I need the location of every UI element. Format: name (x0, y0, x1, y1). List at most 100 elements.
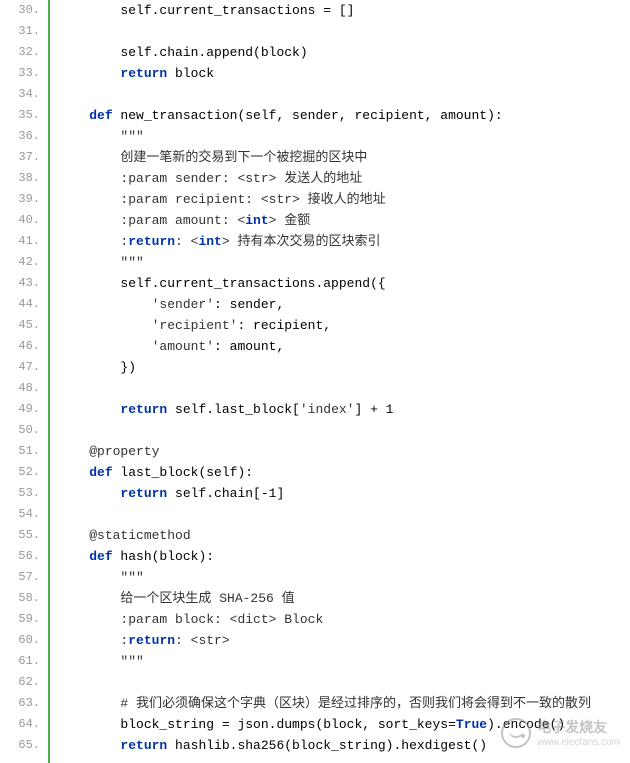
line-number: 59 (0, 609, 48, 630)
line-number: 50 (0, 420, 48, 441)
code-token: """ (120, 570, 143, 585)
code-token: :param sender: <str> 发送人的地址 (120, 171, 362, 186)
code-line: def last_block(self): (58, 462, 630, 483)
line-number: 38 (0, 168, 48, 189)
line-number: 64 (0, 714, 48, 735)
code-line: return self.last_block['index'] + 1 (58, 399, 630, 420)
code-line: :return: <int> 持有本次交易的区块索引 (58, 231, 630, 252)
code-token: return (120, 738, 167, 753)
code-token: """ (120, 255, 143, 270)
line-number: 56 (0, 546, 48, 567)
watermark-text: 电子发烧友 www.elecfans.com (537, 717, 620, 748)
line-number: 46 (0, 336, 48, 357)
code-token: return (128, 234, 175, 249)
line-number: 63 (0, 693, 48, 714)
code-line (58, 504, 630, 525)
code-line: 'sender': sender, (58, 294, 630, 315)
code-line: @property (58, 441, 630, 462)
line-number: 35 (0, 105, 48, 126)
line-number: 37 (0, 147, 48, 168)
code-token: 'recipient' (152, 318, 238, 333)
code-line: self.current_transactions.append({ (58, 273, 630, 294)
code-token: self.current_transactions.append({ (120, 276, 385, 291)
code-line: 'recipient': recipient, (58, 315, 630, 336)
code-token: self.chain[-1] (167, 486, 284, 501)
code-line: :param sender: <str> 发送人的地址 (58, 168, 630, 189)
code-token: > 金额 (269, 213, 311, 228)
code-line: 给一个区块生成 SHA-256 值 (58, 588, 630, 609)
code-line (58, 84, 630, 105)
line-number: 62 (0, 672, 48, 693)
line-number: 57 (0, 567, 48, 588)
code-token: :param block: <dict> Block (120, 612, 323, 627)
code-line: :param amount: <int> 金额 (58, 210, 630, 231)
line-number: 47 (0, 357, 48, 378)
code-line: """ (58, 252, 630, 273)
code-line: }) (58, 357, 630, 378)
code-token: block_string = json.dumps(block, sort_ke… (120, 717, 455, 732)
line-number: 54 (0, 504, 48, 525)
code-token: @staticmethod (89, 528, 190, 543)
line-number: 34 (0, 84, 48, 105)
code-token: : < (175, 234, 198, 249)
code-token: self.last_block[ (167, 402, 300, 417)
code-token: return (128, 633, 175, 648)
code-token: return (120, 486, 167, 501)
code-token: > 持有本次交易的区块索引 (222, 234, 381, 249)
code-line: return block (58, 63, 630, 84)
line-number: 30 (0, 0, 48, 21)
code-token: :param amount: < (120, 213, 245, 228)
line-number: 39 (0, 189, 48, 210)
code-line (58, 378, 630, 399)
watermark-url: www.elecfans.com (537, 737, 620, 748)
code-token: : <str> (175, 633, 230, 648)
line-number: 33 (0, 63, 48, 84)
code-token: True (456, 717, 487, 732)
line-number: 36 (0, 126, 48, 147)
line-number: 58 (0, 588, 48, 609)
code-token: : recipient, (237, 318, 331, 333)
code-token: 给一个区块生成 SHA-256 值 (120, 591, 294, 606)
code-token: ] + 1 (354, 402, 393, 417)
code-line: self.current_transactions = [] (58, 0, 630, 21)
code-line (58, 21, 630, 42)
line-number: 42 (0, 252, 48, 273)
code-token: int (245, 213, 268, 228)
code-line: 创建一笔新的交易到下一个被挖掘的区块中 (58, 147, 630, 168)
code-token: int (198, 234, 221, 249)
line-number: 49 (0, 399, 48, 420)
line-number: 44 (0, 294, 48, 315)
code-token: : amount, (214, 339, 284, 354)
code-token: }) (120, 360, 136, 375)
code-line: def new_transaction(self, sender, recipi… (58, 105, 630, 126)
code-token: self.chain.append(block) (120, 45, 307, 60)
code-line (58, 672, 630, 693)
code-token: """ (120, 129, 143, 144)
code-token: 'index' (300, 402, 355, 417)
line-number: 51 (0, 441, 48, 462)
code-container: 3031323334353637383940414243444546474849… (0, 0, 630, 763)
code-line: """ (58, 567, 630, 588)
line-number: 48 (0, 378, 48, 399)
code-token: 'sender' (152, 297, 214, 312)
code-token: block (167, 66, 214, 81)
code-line: :param block: <dict> Block (58, 609, 630, 630)
watermark-main: 电子发烧友 (537, 717, 620, 737)
line-number: 31 (0, 21, 48, 42)
code-token: self.current_transactions = [] (120, 3, 354, 18)
code-token: hash(block): (113, 549, 214, 564)
code-token: return (120, 402, 167, 417)
line-number-gutter: 3031323334353637383940414243444546474849… (0, 0, 50, 763)
code-line: :return: <str> (58, 630, 630, 651)
line-number: 40 (0, 210, 48, 231)
code-line: def hash(block): (58, 546, 630, 567)
code-token: def (89, 465, 112, 480)
watermark: 电子发烧友 www.elecfans.com (501, 717, 620, 748)
code-token: 创建一笔新的交易到下一个被挖掘的区块中 (120, 150, 367, 165)
code-line: @staticmethod (58, 525, 630, 546)
line-number: 53 (0, 483, 48, 504)
line-number: 52 (0, 462, 48, 483)
code-line: :param recipient: <str> 接收人的地址 (58, 189, 630, 210)
code-line: self.chain.append(block) (58, 42, 630, 63)
code-line: """ (58, 651, 630, 672)
